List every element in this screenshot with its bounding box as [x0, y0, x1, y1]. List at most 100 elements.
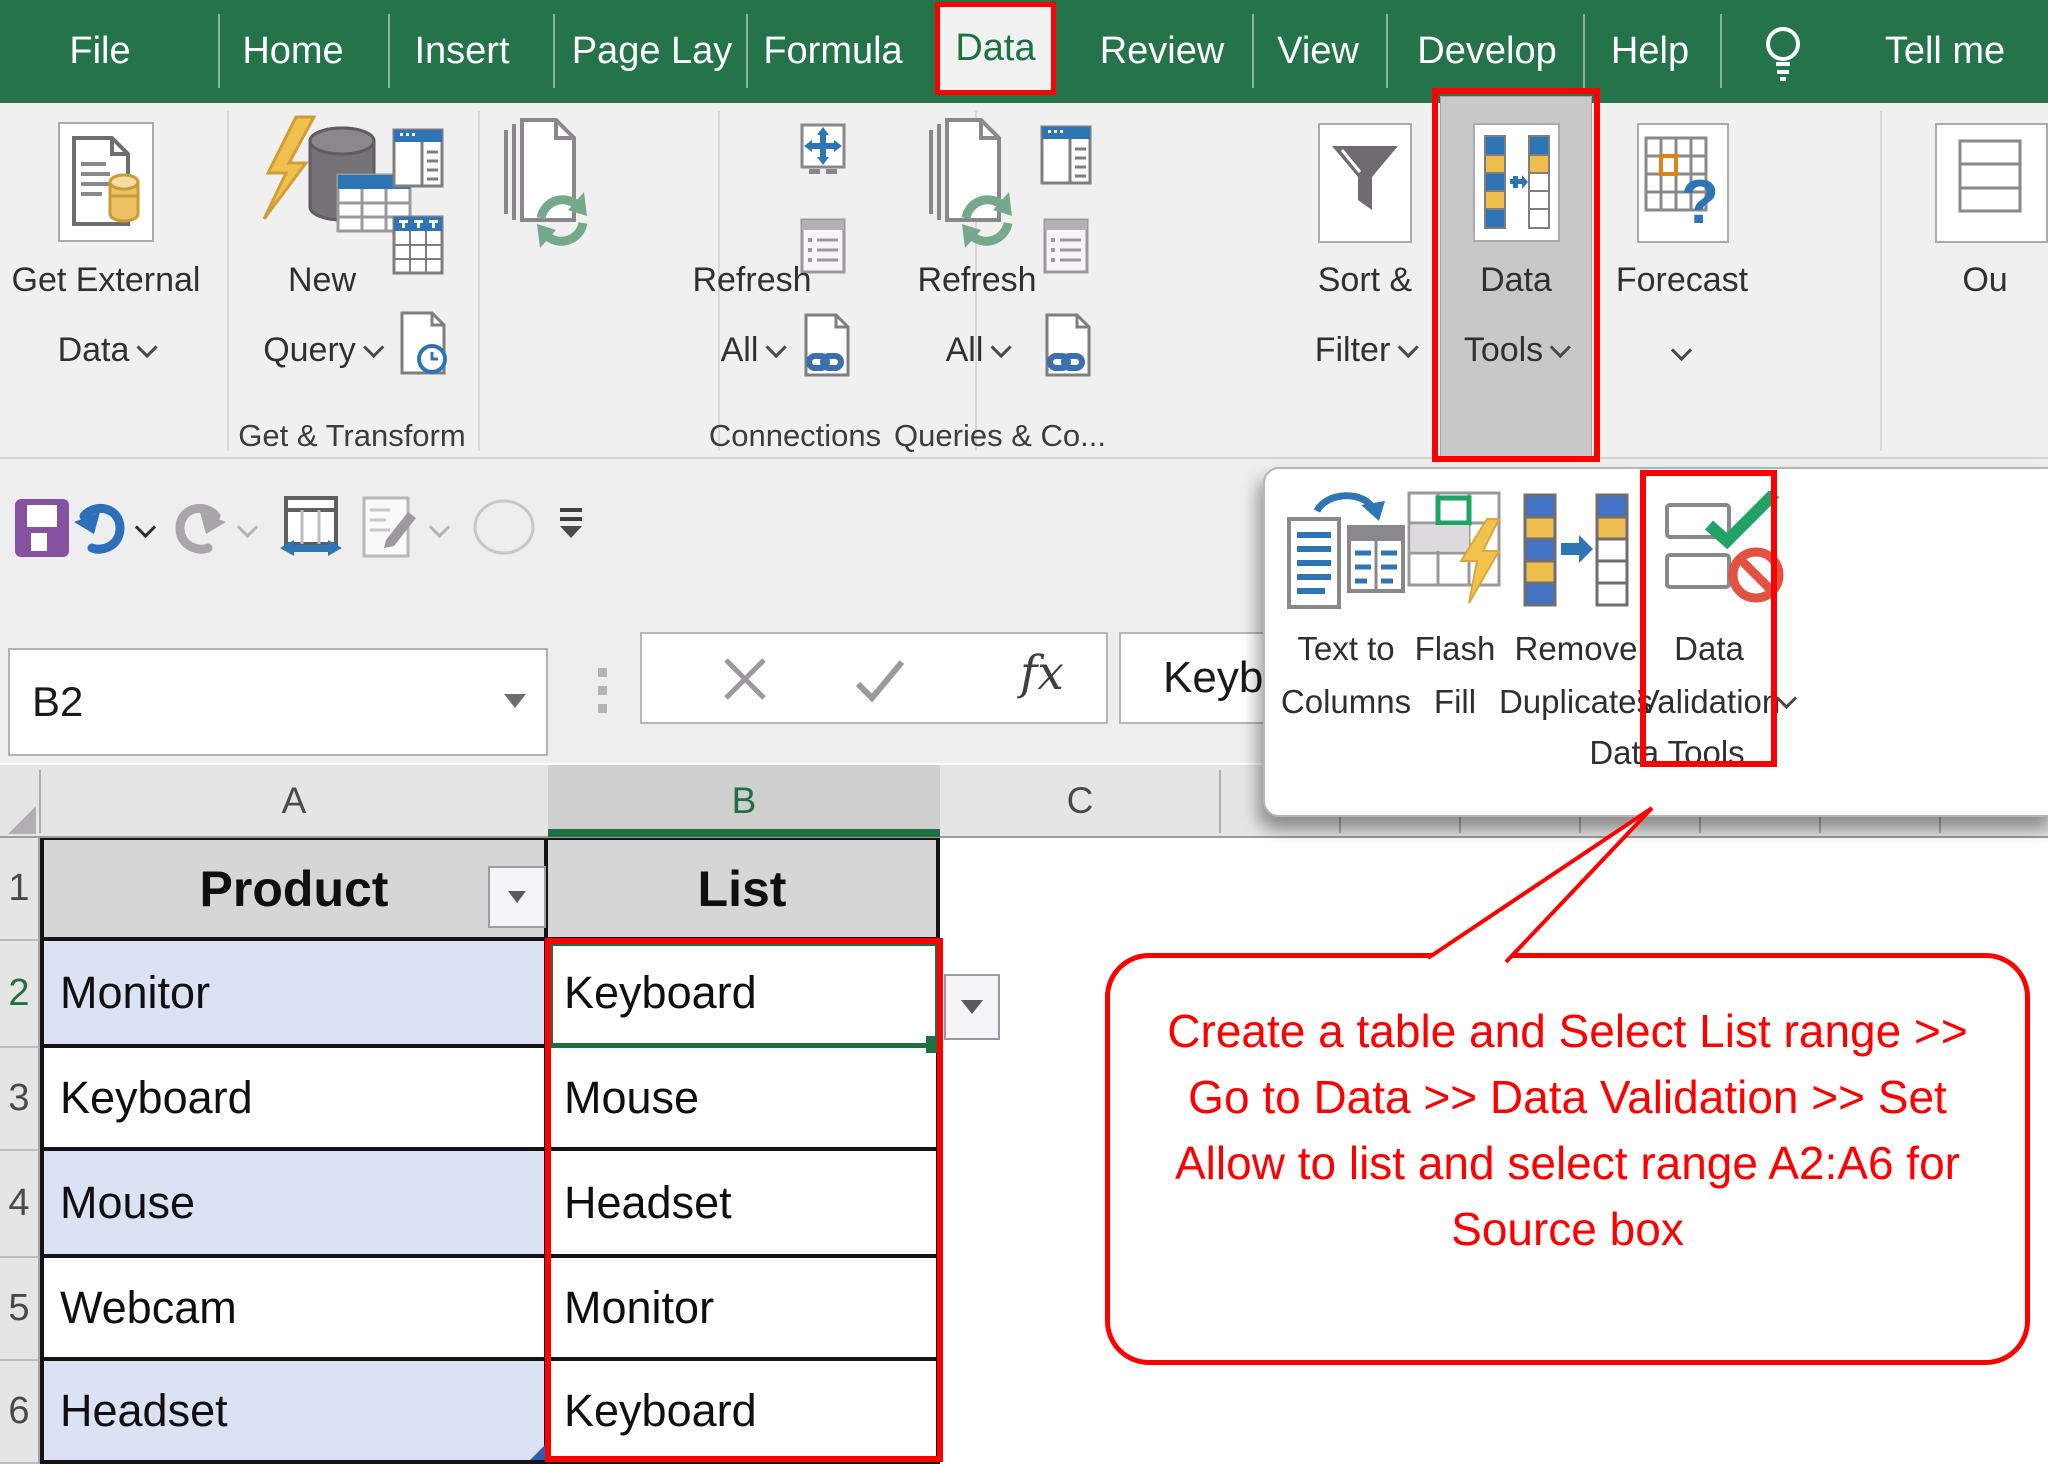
text-to-columns-icon[interactable] [1287, 491, 1407, 613]
remove-duplicates-icon[interactable] [1523, 493, 1631, 611]
insert-function-icon[interactable]: fx [1020, 646, 1064, 701]
flash-fill-label-2[interactable]: Fill [1434, 680, 1476, 724]
text-to-columns-label-2[interactable]: Columns [1281, 680, 1411, 724]
cell-validation-dropdown-button[interactable] [944, 974, 1000, 1040]
tab-data[interactable]: Data [935, 2, 1056, 95]
row-header-6[interactable]: 6 [0, 1361, 40, 1464]
tab-file[interactable]: File [69, 0, 130, 103]
get-external-label-2: Data [58, 328, 155, 372]
remove-duplicates-label-2[interactable]: Duplicates [1499, 680, 1653, 724]
annotation-box-data-validation [1640, 470, 1777, 767]
cell-a5[interactable]: Webcam [40, 1258, 548, 1361]
remove-duplicates-label-1[interactable]: Remove [1515, 627, 1638, 671]
sort-filter-button[interactable] [1318, 123, 1412, 243]
annotation-callout-text: Create a table and Select List range >> … [1138, 998, 1998, 1262]
name-box-dropdown-icon[interactable] [504, 694, 526, 708]
edit-document-icon[interactable] [360, 496, 422, 560]
column-header-c[interactable]: C [940, 765, 1220, 836]
undo-icon[interactable] [70, 500, 128, 556]
tab-insert[interactable]: Insert [414, 0, 509, 103]
cell-a3[interactable]: Keyboard [40, 1048, 548, 1151]
get-external-data-button[interactable] [58, 122, 154, 242]
formula-bar-splitter[interactable] [598, 668, 607, 713]
outline-button[interactable] [1935, 123, 2048, 243]
flash-fill-icon[interactable] [1407, 491, 1517, 613]
tab-formulas[interactable]: Formula [763, 0, 902, 103]
flash-fill-label-1[interactable]: Flash [1415, 627, 1496, 671]
annotation-box-data-tools [1432, 88, 1600, 462]
edit-dropdown-icon[interactable] [432, 520, 447, 546]
filter-dropdown-button[interactable] [488, 866, 546, 928]
column-width-icon[interactable] [278, 496, 344, 560]
forecast-chevron-icon [1674, 343, 1689, 369]
forecast-button[interactable]: ? [1637, 123, 1729, 243]
get-external-data-icon [68, 134, 144, 230]
save-icon[interactable] [14, 498, 70, 558]
queries-properties-icon[interactable] [1043, 218, 1089, 274]
cell-b1-value: List [698, 860, 787, 918]
tab-page-layout[interactable]: Page Lay [572, 0, 733, 103]
cancel-icon[interactable] [722, 656, 768, 702]
queries-edit-links-icon[interactable] [1043, 313, 1093, 377]
tab-tell-me[interactable]: Tell me [1885, 0, 2005, 103]
tab-home[interactable]: Home [242, 0, 343, 103]
from-table-icon[interactable] [392, 215, 444, 277]
tab-view[interactable]: View [1277, 0, 1359, 103]
row-header-2[interactable]: 2 [0, 941, 40, 1048]
row-header-1[interactable]: 1 [0, 838, 40, 941]
table-resize-handle[interactable] [530, 1444, 546, 1460]
group-get-transform: Get & Transform [238, 418, 465, 454]
redo-icon[interactable] [172, 500, 230, 556]
shape-circle-icon[interactable] [472, 498, 536, 556]
name-box[interactable]: B2 [8, 648, 548, 756]
customize-qat-icon[interactable] [560, 508, 582, 538]
queries-pane-icon[interactable] [1040, 125, 1092, 187]
tab-review[interactable]: Review [1100, 0, 1225, 103]
row-header-5[interactable]: 5 [0, 1258, 40, 1361]
recent-sources-icon[interactable] [398, 311, 448, 375]
tab-help[interactable]: Help [1611, 0, 1689, 103]
connection-properties-icon[interactable] [800, 123, 846, 175]
text-to-columns-label-1[interactable]: Text to [1297, 627, 1394, 671]
column-header-b[interactable]: B [548, 765, 940, 836]
outline-icon [1957, 138, 2027, 228]
refresh-q-label-1: Refresh [917, 258, 1036, 302]
data-validation-dropdown-icon[interactable] [1779, 691, 1794, 717]
lightbulb-icon[interactable] [1760, 20, 1806, 84]
column-b-selection-underline [548, 829, 940, 837]
column-header-a[interactable]: A [40, 765, 548, 836]
refresh-conn-label-2: All [721, 328, 784, 372]
row-header-3[interactable]: 3 [0, 1048, 40, 1151]
cell-a6[interactable]: Headset [40, 1361, 548, 1464]
new-query-label-2: Query [263, 328, 381, 372]
refresh-all-queries-icon [925, 118, 1025, 258]
refresh-conn-label-1: Refresh [692, 258, 811, 302]
ribbon: Get External Data New Query Get & Transf… [0, 103, 2048, 457]
sort-filter-label-1: Sort & [1318, 258, 1412, 302]
group-queries: Queries & Co... [894, 418, 1106, 454]
formula-buttons: fx [640, 632, 1108, 724]
enter-check-icon[interactable] [854, 658, 906, 702]
new-query-label-1: New [288, 258, 356, 302]
cell-b1[interactable]: List [548, 838, 940, 941]
cell-a1[interactable]: Product [40, 838, 548, 941]
cell-a4[interactable]: Mouse [40, 1151, 548, 1258]
edit-links-icon[interactable] [802, 313, 852, 377]
cell-a2[interactable]: Monitor [40, 941, 548, 1048]
cell-a1-value: Product [200, 860, 389, 918]
row-header-4[interactable]: 4 [0, 1151, 40, 1258]
forecast-icon: ? [1643, 135, 1723, 231]
data-tools-flyout: Text to Columns Flash Fill Remove Duplic… [1263, 467, 2048, 817]
filter-funnel-icon [1330, 144, 1400, 222]
svg-text:?: ? [1681, 168, 1719, 231]
annotation-box-list-range [545, 938, 943, 1462]
excel-window: File Home Insert Page Lay Formula Review… [0, 0, 2048, 1465]
refresh-all-queries-button[interactable] [925, 118, 1025, 258]
show-queries-icon[interactable] [392, 128, 444, 190]
redo-dropdown-icon[interactable] [240, 520, 255, 546]
outline-label: Ou [1962, 258, 2007, 302]
refresh-all-button[interactable] [500, 118, 600, 258]
undo-dropdown-icon[interactable] [138, 520, 153, 546]
select-all-corner[interactable] [8, 806, 36, 834]
sort-filter-label-2: Filter [1315, 328, 1416, 372]
